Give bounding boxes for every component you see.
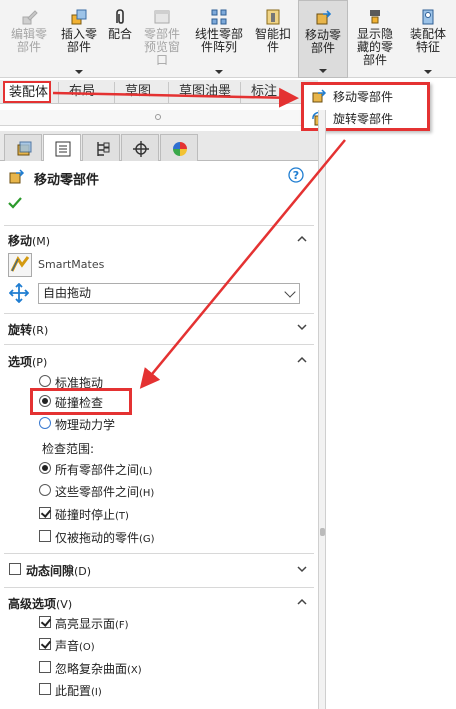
tab-sketch-ink[interactable]: 草图油墨 (168, 82, 240, 104)
svg-text:?: ? (293, 169, 299, 182)
property-manager-icon (55, 141, 71, 157)
panel-splitter[interactable] (318, 110, 326, 709)
tab-display-manager[interactable] (160, 134, 198, 161)
radio-physical-dynamics[interactable] (39, 417, 51, 429)
checkbox-highlight-faces-label: 高亮显示面(F) (55, 617, 129, 631)
chevron-down-icon[interactable] (297, 564, 307, 574)
tab-configuration-manager[interactable] (82, 134, 120, 161)
edit-component-button[interactable]: 编辑零 部件 (2, 0, 56, 78)
checkbox-sound[interactable] (39, 638, 51, 650)
checkbox-dragged-part-only[interactable] (39, 530, 51, 542)
preview-window-icon (154, 10, 170, 24)
smartmates-icon[interactable] (8, 253, 32, 277)
scroll-handle[interactable] (155, 114, 161, 120)
insert-component-icon (71, 9, 87, 25)
chevron-down-icon[interactable] (424, 70, 432, 74)
radio-these-components-label: 这些零部件之间(H) (55, 485, 155, 499)
crosshair-icon (133, 141, 149, 157)
smartmates-label: SmartMates (38, 258, 105, 271)
drag-mode-select[interactable]: 自由拖动 (38, 283, 300, 304)
section-divider (4, 344, 314, 345)
smart-fastener-button[interactable]: 智能扣 件 (250, 0, 296, 78)
tab-dimxpert[interactable] (121, 134, 159, 161)
radio-all-components[interactable] (39, 462, 51, 474)
mate-button[interactable]: 配合 (104, 0, 136, 78)
section-divider (4, 553, 314, 554)
feature-tree-icon (17, 141, 32, 156)
section-divider (4, 313, 314, 314)
manager-tabs (0, 131, 318, 161)
linear-pattern-icon (211, 9, 227, 25)
preview-window-button[interactable]: 零部件 预览窗 口 (138, 0, 186, 78)
checkbox-stop-at-collision[interactable] (39, 507, 51, 519)
section-divider (4, 587, 314, 588)
move-arrows-icon (9, 283, 29, 303)
tab-scroll-row (0, 110, 318, 126)
chevron-down-icon[interactable] (297, 322, 307, 332)
splitter-handle[interactable] (320, 528, 325, 536)
move-component-icon (9, 169, 25, 184)
command-manager-toolbar: 编辑零 部件 插入零 部件 配合 零部件 预览窗 口 线性零部 件阵列 智能扣 … (0, 0, 456, 78)
assembly-feature-button[interactable]: 装配体 特征 (402, 0, 454, 78)
section-divider (4, 225, 314, 226)
show-hidden-components-button[interactable]: 显示隐 藏的零 部件 (350, 0, 400, 78)
checkbox-stop-at-collision-label: 碰撞时停止(T) (55, 508, 129, 522)
help-icon[interactable]: ? (288, 167, 304, 183)
checkbox-sound-label: 声音(O) (55, 639, 95, 653)
chevron-down-icon[interactable] (319, 69, 327, 73)
checkbox-dynamic-clearance[interactable] (9, 563, 21, 575)
chevron-up-icon[interactable] (297, 234, 307, 244)
move-component-icon (316, 10, 332, 25)
chevron-up-icon[interactable] (297, 597, 307, 607)
chevron-up-icon[interactable] (297, 355, 307, 365)
move-component-button[interactable]: 移动零 部件 (298, 0, 348, 78)
tab-assembly[interactable]: 装配体 (3, 81, 51, 103)
smart-fastener-icon (266, 9, 280, 25)
radio-collision-detection-label: 碰撞检查 (55, 396, 104, 410)
checkbox-ignore-complex-surfaces[interactable] (39, 661, 51, 673)
chevron-down-icon[interactable] (215, 70, 223, 74)
tab-layout[interactable]: 布局 (58, 82, 114, 104)
tab-sketch[interactable]: 草图 (114, 82, 168, 104)
chevron-down-icon (284, 286, 296, 298)
checkbox-highlight-faces[interactable] (39, 616, 51, 628)
panel-title: 移动零部件 (34, 173, 100, 188)
linear-pattern-button[interactable]: 线性零部 件阵列 (190, 0, 248, 78)
ok-checkmark-button[interactable] (8, 196, 22, 210)
mate-paperclip-icon (116, 9, 124, 24)
move-component-icon (312, 89, 327, 103)
checkbox-dragged-part-only-label: 仅被拖动的零件(G) (55, 531, 155, 545)
section-options-title[interactable]: 选项(P) (8, 353, 47, 370)
radio-standard-drag[interactable] (39, 375, 51, 387)
radio-physical-dynamics-label: 物理动力学 (55, 418, 116, 432)
command-tabs: 装配体 布局 草图 草图油墨 标注 (0, 80, 318, 104)
radio-collision-detection[interactable] (39, 395, 51, 407)
section-dynamic-clearance-title[interactable]: 动态间隙(D) (26, 562, 91, 579)
show-hidden-icon (370, 10, 380, 24)
radio-all-components-label: 所有零部件之间(L) (55, 463, 153, 477)
chevron-down-icon[interactable] (75, 70, 83, 74)
tab-markup[interactable]: 标注 (240, 82, 296, 104)
section-advanced-title[interactable]: 高级选项(V) (8, 595, 72, 612)
tab-property-manager[interactable] (43, 134, 81, 161)
checkbox-this-configuration[interactable] (39, 683, 51, 695)
edit-component-icon (22, 10, 38, 25)
configuration-manager-icon (97, 142, 110, 156)
check-range-label: 检查范围: (42, 442, 95, 456)
assembly-feature-icon (422, 9, 434, 25)
insert-component-button[interactable]: 插入零 部件 (56, 0, 102, 78)
tab-feature-tree[interactable] (4, 134, 42, 161)
radio-these-components[interactable] (39, 484, 51, 496)
color-wheel-icon (173, 142, 187, 156)
section-move-title[interactable]: 移动(M) (8, 232, 50, 249)
section-rotate-title[interactable]: 旋转(R) (8, 321, 48, 338)
checkbox-ignore-complex-surfaces-label: 忽略复杂曲面(X) (55, 662, 142, 676)
menu-item-move-component[interactable]: 移动零部件 (307, 87, 425, 107)
checkbox-this-configuration-label: 此配置(I) (55, 684, 102, 698)
